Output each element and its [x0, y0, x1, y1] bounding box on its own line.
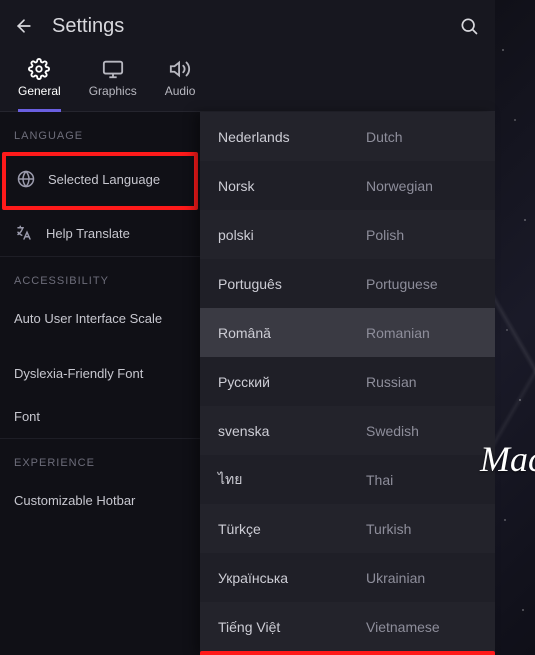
back-button[interactable]: [10, 12, 38, 40]
page-title: Settings: [52, 15, 441, 38]
language-native: polski: [218, 227, 358, 243]
setting-label: Dyslexia-Friendly Font: [14, 366, 143, 381]
language-list-panel: Nederlands Dutch Norsk Norwegian polski Polis…: [200, 112, 495, 655]
setting-label: Help Translate: [46, 226, 130, 241]
language-english: Swedish: [366, 423, 477, 439]
language-native: Українська: [218, 570, 358, 586]
tab-general[interactable]: General: [18, 58, 61, 111]
settings-left-column: LANGUAGE Selected Language Help Translat…: [0, 112, 200, 655]
setting-label: Font: [14, 409, 40, 424]
tabs-bar: General Graphics Audio: [0, 52, 535, 112]
language-native: Português: [218, 276, 358, 292]
setting-customizable-hotbar[interactable]: Customizable Hotbar: [0, 479, 200, 522]
setting-label: Selected Language: [48, 172, 160, 187]
language-option[interactable]: Nederlands Dutch: [200, 112, 495, 161]
setting-help-translate[interactable]: Help Translate: [0, 210, 200, 256]
translate-icon: [14, 224, 34, 242]
language-native: Norsk: [218, 178, 358, 194]
setting-dyslexia-font[interactable]: Dyslexia-Friendly Font: [0, 340, 200, 395]
tab-label: Graphics: [89, 84, 137, 98]
section-heading-accessibility: ACCESSIBILITY: [0, 256, 200, 297]
tab-audio[interactable]: Audio: [165, 58, 196, 111]
tab-graphics[interactable]: Graphics: [89, 58, 137, 111]
language-option[interactable]: Tiếng Việt Vietnamese: [200, 602, 495, 651]
language-english: Polish: [366, 227, 477, 243]
language-english: Thai: [366, 472, 477, 488]
language-native: Tiếng Việt: [218, 619, 358, 635]
language-english: Portuguese: [366, 276, 477, 292]
section-heading-experience: EXPERIENCE: [0, 438, 200, 479]
gear-icon: [28, 58, 50, 80]
section-heading-language: LANGUAGE: [0, 112, 200, 152]
language-option[interactable]: svenska Swedish: [200, 406, 495, 455]
tab-label: General: [18, 84, 61, 98]
language-english: Russian: [366, 374, 477, 390]
setting-label: Customizable Hotbar: [14, 493, 135, 508]
speaker-icon: [169, 58, 191, 80]
language-option[interactable]: polski Polish: [200, 210, 495, 259]
language-native: Türkçe: [218, 521, 358, 537]
language-option[interactable]: Türkçe Turkish: [200, 504, 495, 553]
language-option[interactable]: Norsk Norwegian: [200, 161, 495, 210]
search-button[interactable]: [455, 12, 483, 40]
setting-font[interactable]: Font: [0, 395, 200, 438]
tab-label: Audio: [165, 84, 196, 98]
language-option[interactable]: Română Romanian: [200, 308, 495, 357]
setting-label: Auto User Interface Scale: [14, 311, 162, 326]
language-option[interactable]: Українська Ukrainian: [200, 553, 495, 602]
language-english: Vietnamese: [366, 619, 477, 635]
language-option[interactable]: Русский Russian: [200, 357, 495, 406]
setting-auto-ui-scale[interactable]: Auto User Interface Scale: [0, 297, 200, 340]
language-native: Nederlands: [218, 129, 358, 145]
setting-selected-language[interactable]: Selected Language: [2, 152, 198, 210]
language-native: svenska: [218, 423, 358, 439]
language-native: ไทย: [218, 469, 358, 491]
language-option[interactable]: Português Portuguese: [200, 259, 495, 308]
language-english: Dutch: [366, 129, 477, 145]
language-option[interactable]: 简体中文Chinese Simplified: [200, 651, 495, 655]
language-english: Turkish: [366, 521, 477, 537]
language-native: Română: [218, 325, 358, 341]
language-english: Romanian: [366, 325, 477, 341]
language-english: Ukrainian: [366, 570, 477, 586]
monitor-icon: [102, 58, 124, 80]
language-native: Русский: [218, 374, 358, 390]
language-option[interactable]: ไทย Thai: [200, 455, 495, 504]
globe-icon: [16, 170, 36, 188]
language-english: Norwegian: [366, 178, 477, 194]
header-bar: Settings: [0, 0, 535, 52]
